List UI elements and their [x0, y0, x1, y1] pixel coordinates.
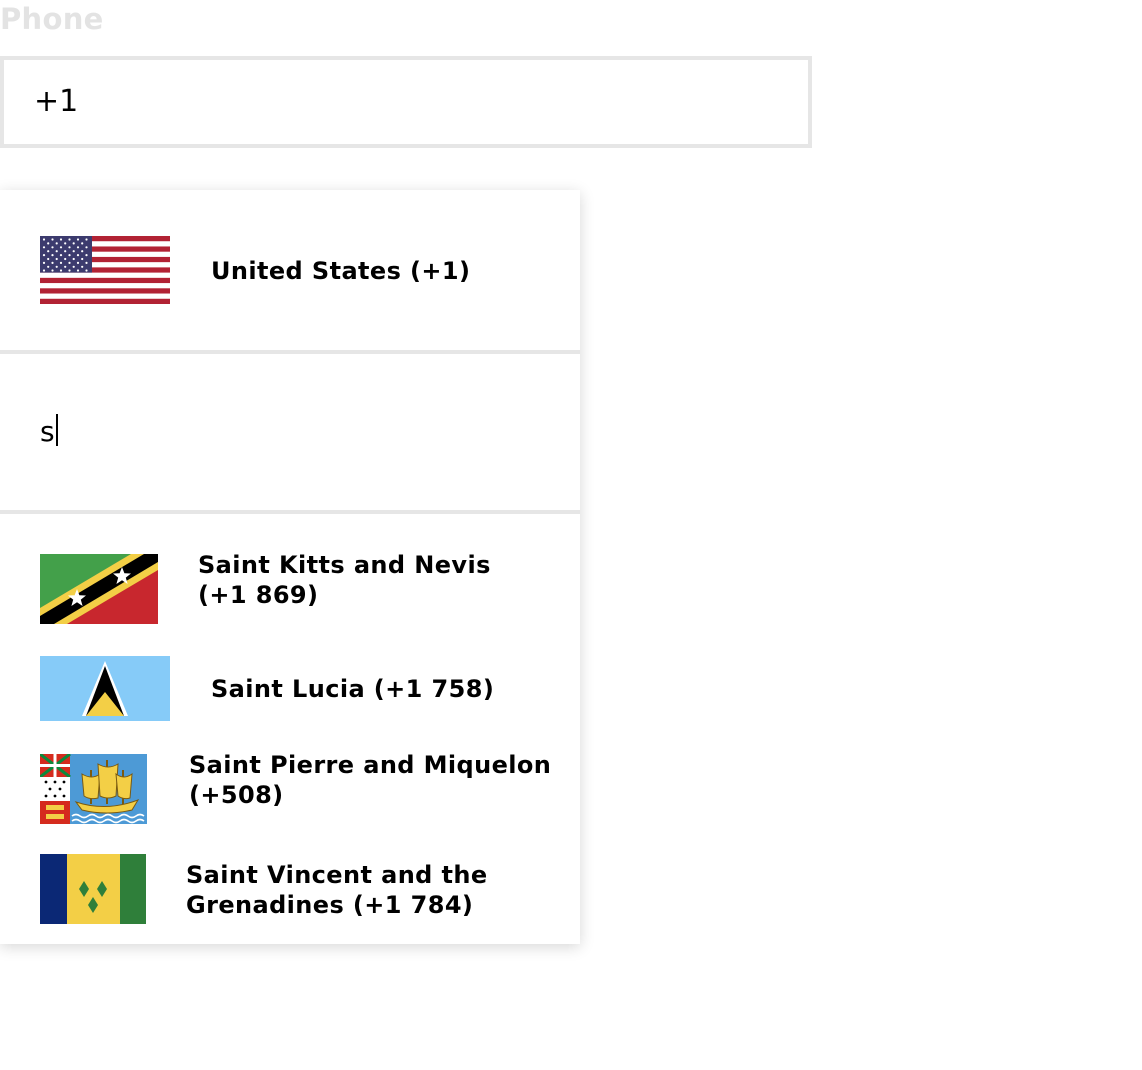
divider: [0, 510, 580, 514]
phone-value: +1: [34, 84, 79, 119]
search-value: s: [40, 415, 55, 448]
country-option-saint-vincent-and-the-grenadines[interactable]: Saint Vincent and the Grenadines (+1 784…: [0, 854, 580, 924]
country-option-label: Saint Vincent and the Grenadines (+1 784…: [186, 861, 488, 919]
vc-flag-icon: [40, 854, 146, 924]
country-option-saint-pierre-and-miquelon[interactable]: Saint Pierre and Miquelon (+508): [0, 751, 580, 824]
lc-flag-icon: [40, 656, 170, 721]
text-caret: [55, 414, 58, 446]
country-search-input[interactable]: s: [0, 354, 580, 510]
country-option-label: Saint Kitts and Nevis (+1 869): [198, 551, 491, 609]
phone-label: Phone: [0, 2, 104, 36]
selected-country[interactable]: United States (+1): [0, 190, 580, 350]
country-option-saint-kitts-and-nevis[interactable]: Saint Kitts and Nevis (+1 869): [0, 551, 580, 624]
country-option-saint-lucia[interactable]: Saint Lucia (+1 758): [0, 656, 580, 722]
pm-flag-icon: [40, 754, 147, 824]
us-flag-icon: [40, 236, 170, 304]
country-option-label: Saint Lucia (+1 758): [211, 675, 495, 703]
selected-country-label: United States (+1): [211, 257, 471, 285]
phone-input[interactable]: +1: [0, 56, 812, 148]
country-dropdown: United States (+1) s Saint Kitts and Nev…: [0, 190, 580, 944]
kn-flag-icon: [40, 554, 158, 624]
country-option-label: Saint Pierre and Miquelon (+508): [189, 751, 552, 809]
